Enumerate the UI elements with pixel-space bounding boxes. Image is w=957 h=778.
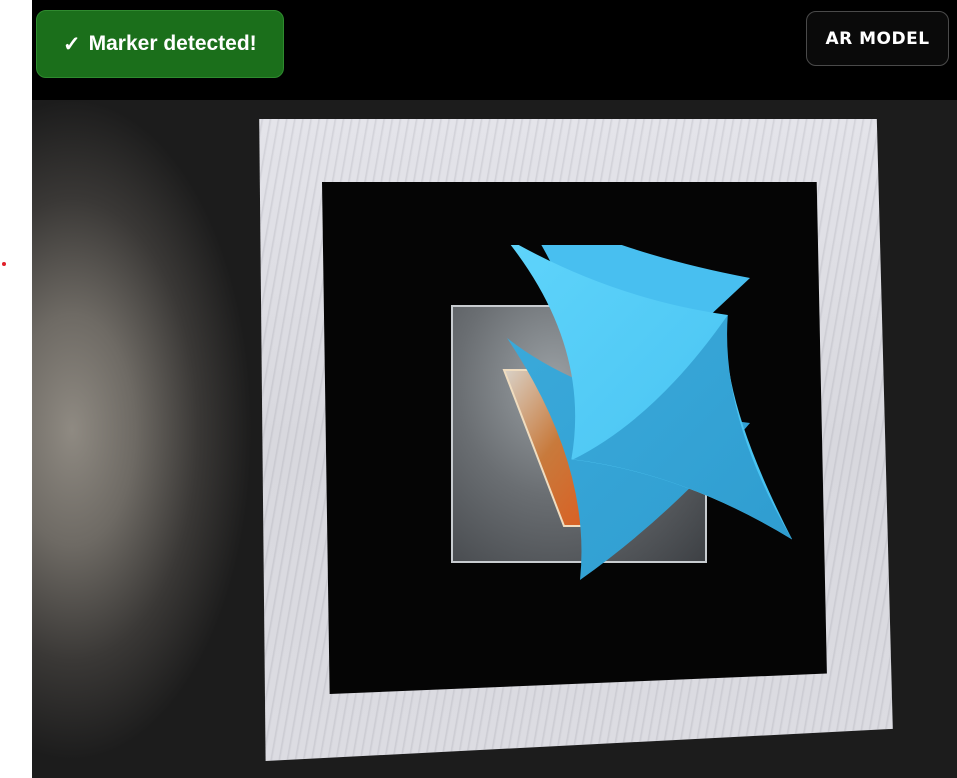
status-text: Marker detected! xyxy=(88,32,257,55)
app-root: ✓ Marker detected! AR MODEL xyxy=(0,0,957,778)
ar-3d-model[interactable] xyxy=(472,245,792,580)
indicator-dot xyxy=(2,262,6,266)
check-icon: ✓ xyxy=(63,32,81,56)
top-bar: ✓ Marker detected! AR MODEL xyxy=(32,0,957,100)
camera-feed xyxy=(32,100,957,778)
camera-view[interactable]: ✓ Marker detected! AR MODEL xyxy=(32,0,957,778)
status-badge: ✓ Marker detected! xyxy=(36,10,284,78)
ar-model-button[interactable]: AR MODEL xyxy=(806,11,949,66)
left-gutter xyxy=(0,0,32,778)
